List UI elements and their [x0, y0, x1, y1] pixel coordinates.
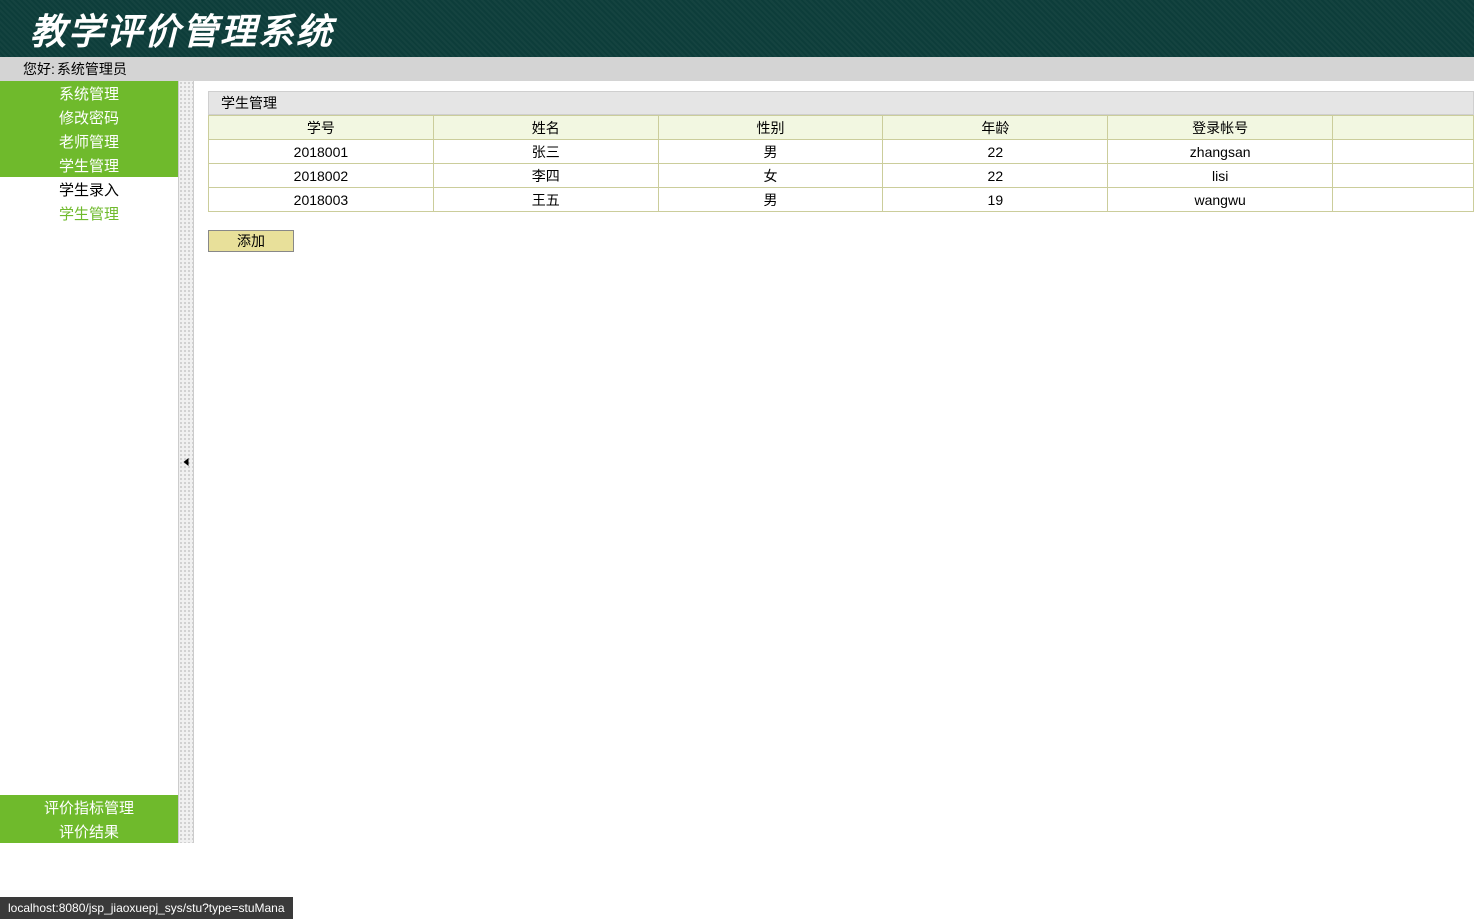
col-student-id: 学号 — [209, 116, 434, 140]
cell-name: 张三 — [433, 140, 658, 164]
greeting-user: 系统管理员 — [57, 59, 127, 79]
table-row: 2018002 李四 女 22 lisi — [209, 164, 1474, 188]
cell-login: lisi — [1108, 164, 1333, 188]
sidebar-item-eval-result[interactable]: 评价结果 — [0, 819, 178, 843]
add-button-wrapper: 添加 — [208, 230, 1474, 252]
app-title: 教学评价管理系统 — [30, 3, 334, 55]
cell-gender: 女 — [658, 164, 883, 188]
table-row: 2018001 张三 男 22 zhangsan — [209, 140, 1474, 164]
cell-age: 22 — [883, 140, 1108, 164]
cell-student-id: 2018003 — [209, 188, 434, 212]
cell-age: 22 — [883, 164, 1108, 188]
cell-login: zhangsan — [1108, 140, 1333, 164]
sidebar-top: 系统管理 修改密码 老师管理 学生管理 学生录入 学生管理 — [0, 81, 178, 225]
splitter[interactable] — [178, 81, 194, 843]
col-login: 登录帐号 — [1108, 116, 1333, 140]
col-age: 年龄 — [883, 116, 1108, 140]
add-button[interactable]: 添加 — [208, 230, 294, 252]
table-header-row: 学号 姓名 性别 年龄 登录帐号 — [209, 116, 1474, 140]
cell-student-id: 2018002 — [209, 164, 434, 188]
greeting-bar: 您好: 系统管理员 — [0, 57, 1474, 81]
sidebar: 系统管理 修改密码 老师管理 学生管理 学生录入 学生管理 评价指标管理 评价结… — [0, 81, 178, 843]
sidebar-item-student-manage[interactable]: 学生管理 — [0, 153, 178, 177]
sidebar-item-student-list[interactable]: 学生管理 — [0, 201, 178, 225]
greeting-label: 您好: — [23, 59, 55, 79]
sidebar-item-change-password[interactable]: 修改密码 — [0, 105, 178, 129]
status-bar: localhost:8080/jsp_jiaoxuepj_sys/stu?typ… — [0, 897, 293, 919]
cell-name: 李四 — [433, 164, 658, 188]
cell-actions — [1333, 188, 1474, 212]
sidebar-item-system-manage[interactable]: 系统管理 — [0, 81, 178, 105]
cell-actions — [1333, 164, 1474, 188]
cell-gender: 男 — [658, 188, 883, 212]
col-name: 姓名 — [433, 116, 658, 140]
cell-login: wangwu — [1108, 188, 1333, 212]
collapse-left-icon — [184, 458, 189, 466]
body-container: 系统管理 修改密码 老师管理 学生管理 学生录入 学生管理 评价指标管理 评价结… — [0, 81, 1474, 843]
sidebar-item-teacher-manage[interactable]: 老师管理 — [0, 129, 178, 153]
table-row: 2018003 王五 男 19 wangwu — [209, 188, 1474, 212]
col-actions — [1333, 116, 1474, 140]
cell-age: 19 — [883, 188, 1108, 212]
cell-gender: 男 — [658, 140, 883, 164]
sidebar-item-student-add[interactable]: 学生录入 — [0, 177, 178, 201]
status-url: localhost:8080/jsp_jiaoxuepj_sys/stu?typ… — [8, 901, 285, 915]
col-gender: 性别 — [658, 116, 883, 140]
app-header: 教学评价管理系统 — [0, 0, 1474, 57]
cell-actions — [1333, 140, 1474, 164]
panel-title: 学生管理 — [208, 91, 1474, 115]
sidebar-bottom: 评价指标管理 评价结果 — [0, 795, 178, 843]
cell-name: 王五 — [433, 188, 658, 212]
student-table: 学号 姓名 性别 年龄 登录帐号 2018001 张三 男 22 zhangsa… — [208, 115, 1474, 212]
sidebar-item-eval-index[interactable]: 评价指标管理 — [0, 795, 178, 819]
main-content: 学生管理 学号 姓名 性别 年龄 登录帐号 2018001 张三 男 22 — [194, 81, 1474, 843]
cell-student-id: 2018001 — [209, 140, 434, 164]
